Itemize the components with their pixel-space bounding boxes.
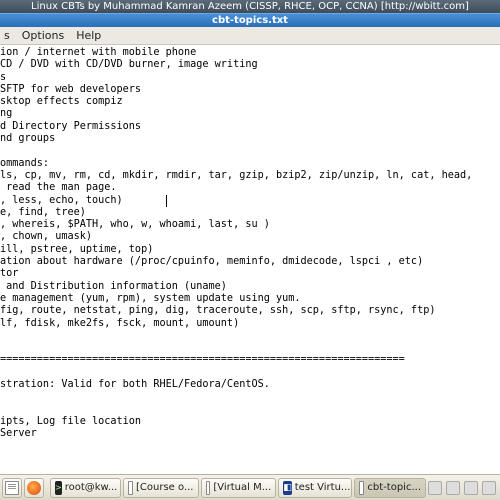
editor-line: ion / internet with mobile phone [0, 47, 500, 59]
editor-line: ill, pstree, uptime, top) [0, 244, 500, 256]
tray-icon[interactable] [446, 481, 460, 495]
editor-line: fig, route, netstat, ping, dig, tracerou… [0, 305, 500, 317]
menu-item-help[interactable]: Help [76, 29, 101, 42]
editor-line: lf, fdisk, mke2fs, fsck, mount, umount) [0, 318, 500, 330]
system-tray [428, 481, 498, 495]
editor-line: stration: Valid for both RHEL/Fedora/Cen… [0, 379, 500, 391]
task-course[interactable]: [Course o... [123, 478, 198, 498]
task-terminal[interactable]: root@kw... [50, 478, 121, 498]
terminal-icon [55, 481, 62, 495]
editor-line [0, 453, 500, 465]
document-icon [359, 481, 364, 495]
editor-line: CD / DVD with CD/DVD burner, image writi… [0, 59, 500, 71]
tray-icon[interactable] [482, 481, 496, 495]
editor-line: , whereis, $PATH, who, w, whoami, last, … [0, 219, 500, 231]
task-label: [Virtual M... [213, 482, 271, 493]
editor-line: SFTP for web developers [0, 84, 500, 96]
editor-line: tor [0, 268, 500, 280]
editor-line: nd groups [0, 133, 500, 145]
text-cursor [166, 195, 167, 207]
menu-item-options[interactable]: Options [22, 29, 64, 42]
editor-line [0, 342, 500, 354]
editor-line: ls, cp, mv, rm, cd, mkdir, rmdir, tar, g… [0, 170, 500, 182]
editor-line [0, 391, 500, 403]
editor-line [0, 330, 500, 342]
editor-line: ipts, Log file location [0, 416, 500, 428]
folder-icon [5, 481, 19, 495]
tray-icon[interactable] [464, 481, 478, 495]
task-label: [Course o... [136, 482, 193, 493]
editor-line [0, 367, 500, 379]
editor-line [0, 145, 500, 157]
editor-line [0, 441, 500, 453]
editor-line: e management (yum, rpm), system update u… [0, 293, 500, 305]
virtualbox-icon [283, 481, 292, 495]
editor-line [0, 404, 500, 416]
task-label: cbt-topic... [367, 482, 421, 493]
document-icon [206, 481, 211, 495]
task-label: root@kw... [65, 482, 118, 493]
editor-line: and Distribution information (uname) [0, 281, 500, 293]
launcher-nautilus[interactable] [2, 478, 22, 498]
tray-icon[interactable] [428, 481, 442, 495]
editor-line: Server [0, 428, 500, 440]
editor-line [0, 465, 500, 474]
text-editor-viewport[interactable]: ion / internet with mobile phoneCD / DVD… [0, 45, 500, 474]
editor-line: ========================================… [0, 354, 500, 366]
taskbar: root@kw... [Course o... [Virtual M... te… [0, 474, 500, 500]
launcher-firefox[interactable] [24, 478, 44, 498]
editor-line: s [0, 72, 500, 84]
task-virtualm[interactable]: [Virtual M... [201, 478, 277, 498]
editor-line: , chown, umask) [0, 231, 500, 243]
menu-bar: s Options Help [0, 27, 500, 45]
outer-window-title: Linux CBTs by Muhammad Kamran Azeem (CIS… [0, 0, 500, 13]
editor-line: e, find, tree) [0, 207, 500, 219]
task-cbt-topics[interactable]: cbt-topic... [354, 478, 426, 498]
firefox-icon [27, 481, 41, 495]
editor-line: read the man page. [0, 182, 500, 194]
inner-window-title: cbt-topics.txt [0, 13, 500, 27]
editor-line: sktop effects compiz [0, 96, 500, 108]
editor-line: ng [0, 108, 500, 120]
editor-line: ommands: [0, 158, 500, 170]
menu-item-tools[interactable]: s [4, 29, 10, 42]
editor-line: , less, echo, touch) [0, 195, 500, 207]
editor-line: ation about hardware (/proc/cpuinfo, mem… [0, 256, 500, 268]
document-icon [128, 481, 133, 495]
task-vbox[interactable]: test Virtu... [278, 478, 352, 498]
editor-line: d Directory Permissions [0, 121, 500, 133]
task-label: test Virtu... [295, 482, 351, 493]
